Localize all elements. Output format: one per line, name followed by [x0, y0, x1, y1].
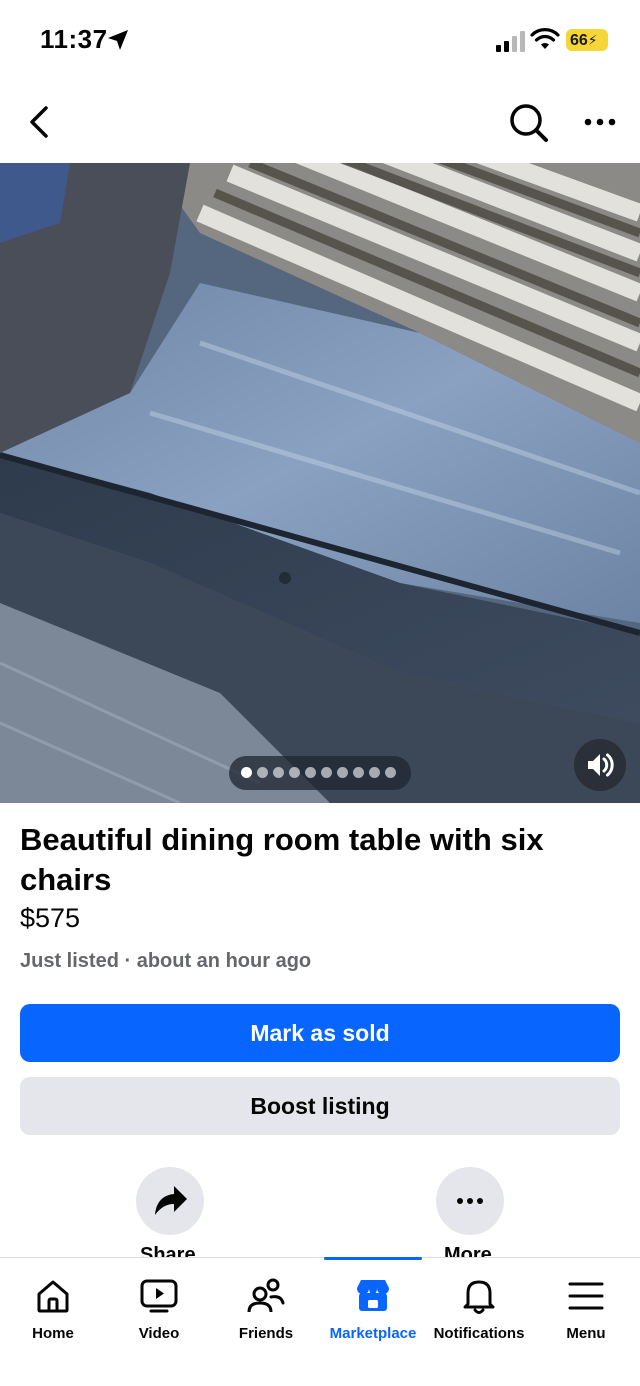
charging-bolt-icon: ⚡	[587, 32, 598, 48]
tab-label-home: Home	[32, 1325, 74, 1342]
tab-label-video: Video	[138, 1325, 180, 1342]
media-dot[interactable]	[385, 767, 396, 778]
tab-home[interactable]: Home	[0, 1268, 106, 1358]
speaker-icon	[588, 753, 614, 777]
boost-listing-button[interactable]: Boost listing	[20, 1077, 620, 1135]
listing-meta: Just listed · about an hour ago	[20, 950, 312, 972]
home-icon	[37, 1280, 69, 1313]
volume-button[interactable]	[574, 739, 626, 791]
tab-menu[interactable]: Menu	[533, 1268, 639, 1358]
marketplace-icon	[357, 1280, 389, 1311]
top-navigation	[0, 84, 640, 162]
battery-level: 66	[570, 32, 588, 49]
mark-as-sold-button[interactable]: Mark as sold	[20, 1004, 620, 1062]
more-actions-button[interactable]	[436, 1167, 504, 1235]
active-tab-indicator	[324, 1257, 422, 1260]
back-chevron-icon[interactable]	[22, 102, 56, 142]
share-label: Share	[140, 1244, 196, 1258]
video-icon	[140, 1279, 178, 1313]
media-dot[interactable]	[353, 767, 364, 778]
more-options-icon[interactable]	[580, 102, 620, 142]
tab-label-friends: Friends	[238, 1325, 294, 1342]
media-dot[interactable]	[321, 767, 332, 778]
status-bar: 11:37 66⚡	[0, 0, 640, 80]
share-button[interactable]	[136, 1167, 204, 1235]
media-dot[interactable]	[369, 767, 380, 778]
tab-label-notifications: Notifications	[433, 1325, 525, 1342]
tab-label-menu: Menu	[566, 1325, 606, 1342]
status-time: 11:37	[40, 24, 108, 54]
battery-indicator: 66⚡	[566, 29, 608, 51]
location-arrow-icon	[108, 30, 128, 50]
cellular-signal-icon	[496, 31, 525, 52]
tab-friends[interactable]: Friends	[213, 1268, 319, 1358]
share-arrow-icon	[155, 1186, 187, 1215]
tab-marketplace[interactable]: Marketplace	[320, 1268, 426, 1358]
more-label: More	[444, 1244, 492, 1258]
media-dot[interactable]	[257, 767, 268, 778]
listing-media-video[interactable]	[0, 163, 640, 803]
search-icon[interactable]	[506, 100, 550, 144]
listing-photo	[0, 163, 640, 803]
tab-notifications[interactable]: Notifications	[426, 1268, 532, 1358]
menu-icon	[568, 1282, 604, 1310]
media-dot[interactable]	[289, 767, 300, 778]
media-dot[interactable]	[337, 767, 348, 778]
tab-video[interactable]: Video	[106, 1268, 212, 1358]
bell-icon	[463, 1280, 495, 1314]
media-dot[interactable]	[241, 767, 252, 778]
listing-price: $575	[20, 903, 81, 933]
tab-label-marketplace: Marketplace	[329, 1325, 417, 1342]
listing-title: Beautiful dining room table with six cha…	[20, 822, 544, 897]
wifi-icon	[530, 28, 560, 49]
media-dot[interactable]	[305, 767, 316, 778]
more-horizontal-icon	[457, 1198, 483, 1204]
friends-icon	[247, 1278, 285, 1313]
media-dot[interactable]	[273, 767, 284, 778]
